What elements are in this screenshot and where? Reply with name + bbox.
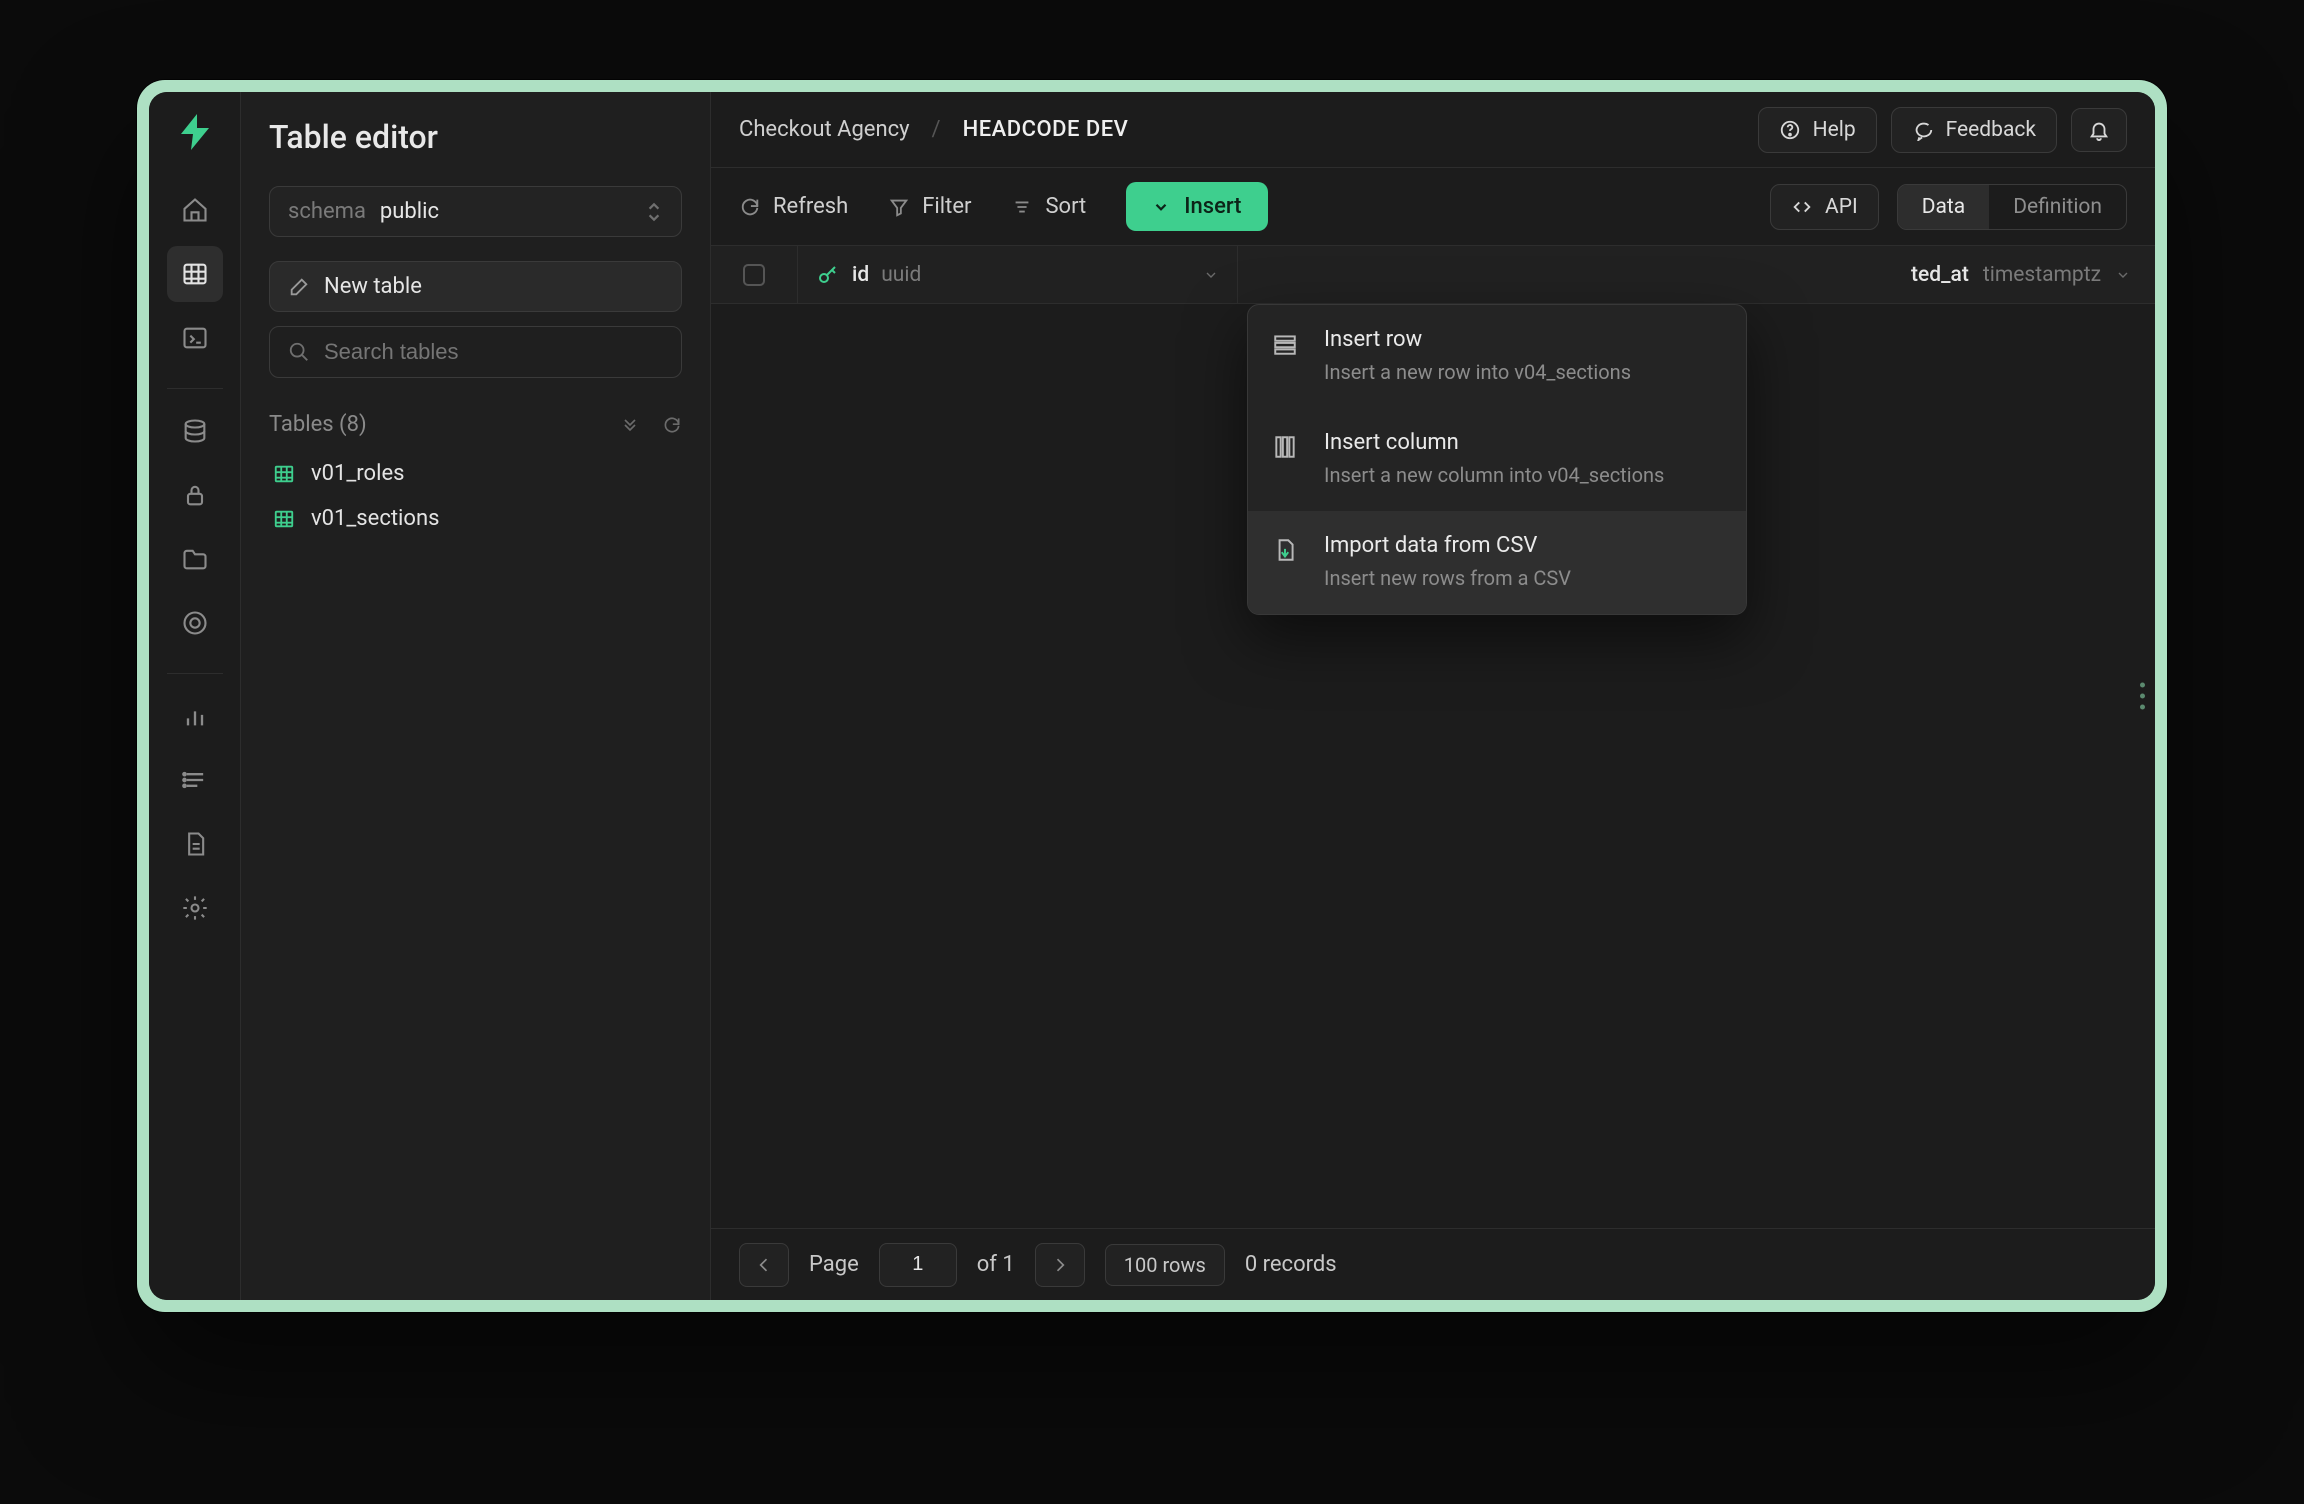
insert-menu: Insert row Insert a new row into v04_sec…: [1247, 304, 1747, 615]
notifications-button[interactable]: [2071, 108, 2127, 152]
menu-import-csv[interactable]: Import data from CSV Insert new rows fro…: [1248, 511, 1746, 614]
nav-table-editor[interactable]: [167, 246, 223, 302]
breadcrumb-org[interactable]: Checkout Agency: [739, 117, 910, 142]
tab-data[interactable]: Data: [1898, 185, 1990, 229]
select-all-checkbox[interactable]: [711, 264, 797, 286]
nav-edge[interactable]: [167, 595, 223, 651]
chevron-down-icon: [1203, 267, 1219, 283]
page-of: of 1: [977, 1252, 1015, 1277]
help-button[interactable]: Help: [1758, 107, 1877, 153]
nav-settings[interactable]: [167, 880, 223, 936]
tables-heading: Tables (8): [269, 412, 367, 437]
app-window: Table editor schema public New table: [149, 92, 2155, 1300]
footer: Page of 1 100 rows 0 records: [711, 1228, 2155, 1300]
sort-button[interactable]: Sort: [1011, 194, 1086, 219]
sidebar: Table editor schema public New table: [241, 92, 711, 1300]
filter-button[interactable]: Filter: [888, 194, 971, 219]
breadcrumb: Checkout Agency / HEADCODE DEV: [739, 117, 1128, 142]
new-table-button[interactable]: New table: [269, 261, 682, 312]
table-icon: [273, 463, 295, 485]
grid-body: Insert row Insert a new row into v04_sec…: [711, 304, 2155, 1228]
schema-label: schema: [288, 199, 366, 224]
primary-key-icon: [816, 263, 840, 287]
next-page-button[interactable]: [1035, 1243, 1085, 1287]
search-tables[interactable]: [269, 326, 682, 378]
main-panel: Checkout Agency / HEADCODE DEV Help Feed…: [711, 92, 2155, 1300]
menu-insert-row[interactable]: Insert row Insert a new row into v04_sec…: [1248, 305, 1746, 408]
refresh-tables-icon[interactable]: [662, 415, 682, 435]
sidebar-title: Table editor: [269, 118, 682, 156]
page-input[interactable]: [879, 1243, 957, 1287]
nav-home[interactable]: [167, 182, 223, 238]
chat-icon: [1912, 119, 1934, 141]
breadcrumb-project[interactable]: HEADCODE DEV: [963, 117, 1129, 142]
column-header-id[interactable]: id uuid: [797, 246, 1237, 303]
menu-insert-column[interactable]: Insert column Insert a new column into v…: [1248, 408, 1746, 511]
toolbar: Refresh Filter Sort Insert: [711, 168, 2155, 246]
breadcrumb-sep: /: [932, 117, 941, 142]
api-button[interactable]: API: [1770, 184, 1879, 230]
logo-icon: [173, 110, 217, 154]
nav-database[interactable]: [167, 403, 223, 459]
sort-icon: [1011, 196, 1033, 218]
page-label: Page: [809, 1252, 859, 1277]
column-header-row: id uuid ted_at timestamptz: [711, 246, 2155, 304]
filter-icon: [888, 196, 910, 218]
chevron-updown-icon: [645, 201, 663, 223]
prev-page-button[interactable]: [739, 1243, 789, 1287]
view-toggle: Data Definition: [1897, 184, 2127, 230]
insert-button[interactable]: Insert: [1126, 182, 1267, 231]
edit-icon: [288, 276, 310, 298]
bell-icon: [2088, 119, 2110, 141]
schema-select[interactable]: schema public: [269, 186, 682, 237]
refresh-icon: [739, 196, 761, 218]
help-icon: [1779, 119, 1801, 141]
nav-docs[interactable]: [167, 816, 223, 872]
code-icon: [1791, 196, 1813, 218]
nav-storage[interactable]: [167, 531, 223, 587]
new-table-label: New table: [324, 274, 422, 299]
insert-row-icon: [1272, 327, 1304, 386]
refresh-button[interactable]: Refresh: [739, 194, 848, 219]
nav-auth[interactable]: [167, 467, 223, 523]
insert-column-icon: [1272, 430, 1304, 489]
column-header-created-at[interactable]: ted_at timestamptz: [1237, 246, 2155, 303]
table-icon: [273, 508, 295, 530]
table-name: v01_roles: [311, 461, 404, 486]
table-name: v01_sections: [311, 506, 439, 531]
chevron-down-icon: [2115, 267, 2131, 283]
rows-per-page[interactable]: 100 rows: [1105, 1244, 1225, 1286]
topbar: Checkout Agency / HEADCODE DEV Help Feed…: [711, 92, 2155, 168]
feedback-button[interactable]: Feedback: [1891, 107, 2057, 153]
nav-sql[interactable]: [167, 310, 223, 366]
nav-logs[interactable]: [167, 752, 223, 808]
table-item[interactable]: v01_roles: [269, 451, 682, 496]
nav-rail: [149, 92, 241, 1300]
chevron-down-icon: [1152, 198, 1170, 216]
search-input[interactable]: [324, 339, 663, 365]
record-count: 0 records: [1245, 1252, 1337, 1277]
tab-definition[interactable]: Definition: [1989, 185, 2126, 229]
search-icon: [288, 341, 310, 363]
nav-reports[interactable]: [167, 688, 223, 744]
import-csv-icon: [1272, 533, 1304, 592]
collapse-icon[interactable]: [620, 415, 640, 435]
table-item[interactable]: v01_sections: [269, 496, 682, 541]
schema-value: public: [380, 199, 645, 224]
